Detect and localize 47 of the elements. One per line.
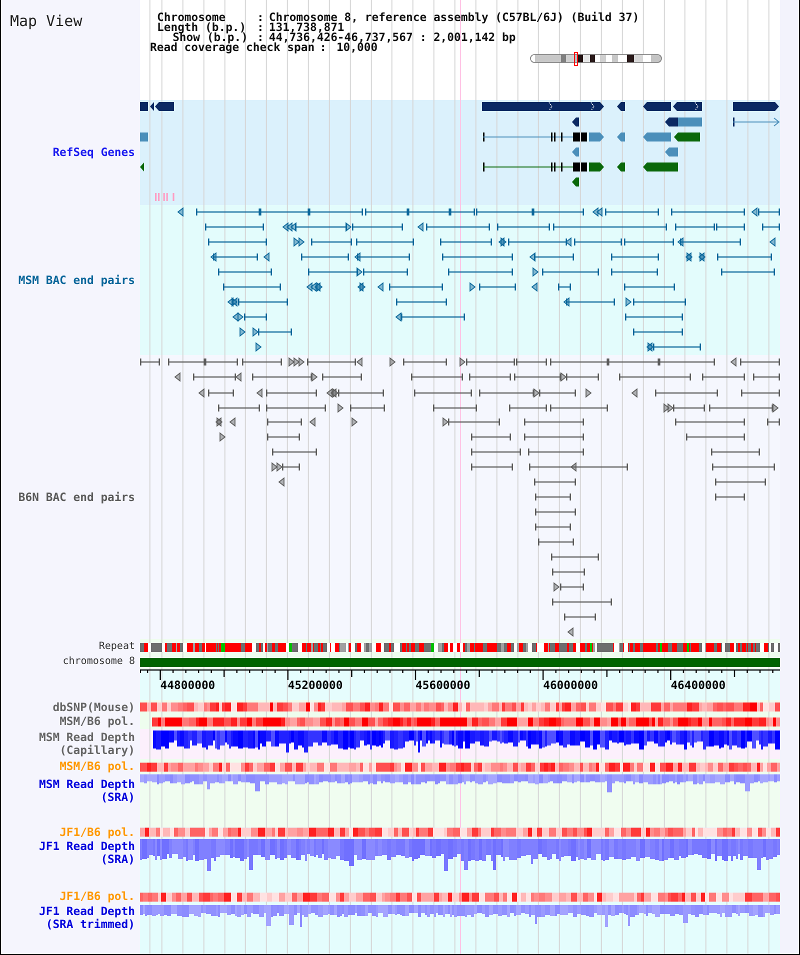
track-label: JF1/B6 pol.: [60, 890, 135, 903]
gene-model: [572, 148, 579, 156]
track-label: MSM Read Depth (Capillary): [38, 731, 135, 757]
gene-model: [733, 118, 780, 126]
info-value: 44,736,426-46,737,567 : 2,001,142 bp: [268, 32, 516, 42]
gene-model: [733, 102, 779, 111]
gene-model: [150, 102, 174, 111]
track-label: MSM BAC end pairs: [18, 274, 135, 286]
info-separator: :: [257, 32, 264, 42]
gene-model: [617, 132, 625, 142]
gene-model: [572, 118, 579, 126]
track-label: dbSNP(Mouse): [52, 700, 135, 714]
axis-tick-label: 45600000: [416, 678, 470, 692]
track-label: chromosome 8: [62, 656, 135, 668]
map-view-title: Map View: [10, 12, 82, 30]
gene-model: [617, 162, 625, 172]
info-separator: :: [257, 22, 264, 32]
gene-model: [665, 118, 702, 126]
info-value: 10,000: [336, 42, 378, 52]
track-label: JF1 Read Depth (SRA): [38, 840, 135, 866]
chromosome-ideogram-icon: [530, 52, 662, 66]
axis-tick-label: 44800000: [160, 678, 216, 692]
gene-model: [617, 102, 625, 111]
gene-model: [643, 132, 671, 142]
info-value: Chromosome 8, reference assembly (C57BL/6J) (Build 37): [268, 12, 640, 22]
gene-model: [665, 148, 678, 156]
track-label: JF1 Read Depth (SRA trimmed): [38, 905, 135, 931]
gene-model: [643, 162, 678, 172]
gene-model: [572, 178, 579, 186]
info-label: Length (b.p.): [157, 20, 246, 34]
axis-tick-label: 46000000: [543, 678, 598, 692]
gene-model: [643, 102, 671, 111]
gene-model: [673, 102, 702, 111]
track-label: Repeat: [98, 641, 135, 653]
track-label: JF1/B6 pol.: [60, 826, 135, 839]
axis-tick-label: 45200000: [288, 678, 343, 692]
axis-tick-label: 46400000: [670, 678, 726, 692]
track-label: MSM Read Depth (SRA): [38, 778, 135, 804]
track-label: B6N BAC end pairs: [18, 490, 135, 504]
track-label: RefSeq Genes: [52, 146, 135, 159]
info-separator: :: [257, 12, 264, 22]
info-value: 131,738,871: [268, 22, 344, 32]
feature-tick: [172, 193, 174, 201]
track-label: MSM/B6 pol.: [60, 715, 135, 728]
info-separator: :: [320, 42, 326, 52]
gene-model: [674, 132, 700, 142]
track-label: MSM/B6 pol.: [60, 760, 135, 773]
